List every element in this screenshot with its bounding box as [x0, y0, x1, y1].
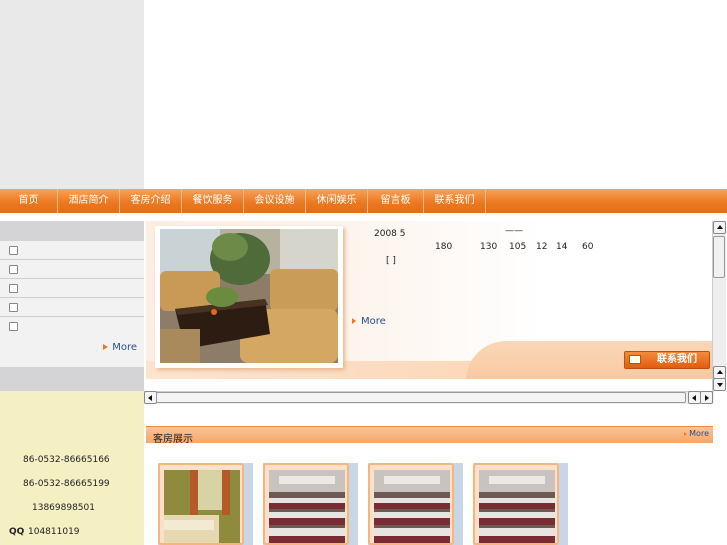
scroll-up-button[interactable]: [713, 221, 726, 234]
sidebar-item[interactable]: [0, 279, 144, 298]
nav-item-guestbook[interactable]: 留言板: [368, 189, 424, 213]
nav-item-leisure[interactable]: 休闲娱乐: [306, 189, 368, 213]
arrow-left-icon: [692, 395, 696, 401]
room-thumbnail[interactable]: [158, 463, 253, 545]
sidebar-more-row: More: [0, 335, 144, 367]
sidebar-item[interactable]: [0, 260, 144, 279]
nav-item-home[interactable]: 首页: [0, 189, 58, 213]
sidebar-item[interactable]: [0, 298, 144, 317]
intro-number: 105: [509, 242, 527, 252]
main-nav: 首页 酒店简介 客房介绍 餐饮服务 会议设施 休闲娱乐 留言板 联系我们: [0, 189, 727, 213]
horizontal-scroll-thumb[interactable]: [156, 392, 686, 403]
intro-number: 14: [556, 242, 568, 252]
banner-more-label: More: [361, 316, 386, 327]
sidebar-item[interactable]: [0, 317, 144, 336]
rooms-section-header: 客房展示 More: [146, 426, 713, 445]
room-thumbnail[interactable]: [368, 463, 463, 545]
scroll-right-button[interactable]: [700, 391, 713, 404]
arrow-right-icon: [352, 318, 356, 324]
contact-us-label: 联系我们: [657, 354, 697, 365]
sidebar-header: [0, 221, 144, 241]
envelope-icon: [629, 355, 641, 364]
arrow-up-icon: [717, 225, 723, 229]
phone-2: 86-0532-86665199: [23, 479, 110, 489]
arrow-right-icon: [103, 344, 108, 350]
sidebar-footer: [0, 367, 144, 391]
contact-us-button[interactable]: 联系我们: [624, 351, 710, 369]
checkbox-icon: [9, 284, 18, 293]
intro-text-dash: ——: [505, 226, 523, 236]
thumbnail-frame: [368, 463, 454, 545]
section-title: 客房展示: [153, 434, 193, 445]
nav-item-contact[interactable]: 联系我们: [424, 189, 486, 213]
mobile-number: 13869898501: [32, 503, 95, 513]
intro-text-line1: 2008 5: [374, 229, 406, 239]
meeting-room-image: [374, 470, 450, 543]
checkbox-icon: [9, 265, 18, 274]
arrow-right-icon: [684, 432, 688, 436]
section-more-label: More: [689, 429, 709, 438]
checkbox-icon: [9, 246, 18, 255]
intro-number: 180: [435, 242, 453, 252]
lobby-photo: [160, 229, 338, 363]
section-more-link[interactable]: More: [684, 429, 709, 438]
left-top-panel: [0, 0, 144, 189]
contact-panel: 86-0532-86665166 86-0532-86665199 138698…: [0, 391, 144, 545]
nav-item-meeting[interactable]: 会议设施: [244, 189, 306, 213]
thumbnail-frame: [158, 463, 244, 545]
room-thumbnail[interactable]: [263, 463, 358, 545]
banner-more-link[interactable]: More: [352, 316, 386, 327]
bedroom-image: [164, 470, 240, 543]
meeting-room-image: [479, 470, 555, 543]
arrow-right-icon: [705, 395, 709, 401]
room-thumbnail[interactable]: [473, 463, 568, 545]
intro-number: 12: [536, 242, 548, 252]
arrow-up-icon: [717, 370, 723, 374]
qq-label: QQ: [9, 527, 25, 537]
qq-number: 104811019: [28, 527, 80, 537]
checkbox-icon: [9, 303, 18, 312]
scroll-down-button[interactable]: [713, 378, 726, 391]
sidebar-more-link[interactable]: More: [112, 342, 137, 353]
intro-text-line3: [ ]: [386, 256, 396, 266]
header-area: [144, 0, 727, 189]
arrow-left-icon: [148, 395, 152, 401]
nav-item-about[interactable]: 酒店简介: [58, 189, 120, 213]
sidebar-item[interactable]: [0, 241, 144, 260]
arrow-down-icon: [717, 383, 723, 387]
thumbnail-frame: [473, 463, 559, 545]
phone-1: 86-0532-86665166: [23, 455, 110, 465]
intro-number: 130: [480, 242, 498, 252]
meeting-room-image: [269, 470, 345, 543]
vertical-scroll-thumb[interactable]: [713, 236, 725, 278]
intro-number: 60: [582, 242, 594, 252]
checkbox-icon: [9, 322, 18, 331]
nav-item-rooms[interactable]: 客房介绍: [120, 189, 182, 213]
thumbnail-frame: [263, 463, 349, 545]
nav-item-dining[interactable]: 餐饮服务: [182, 189, 244, 213]
